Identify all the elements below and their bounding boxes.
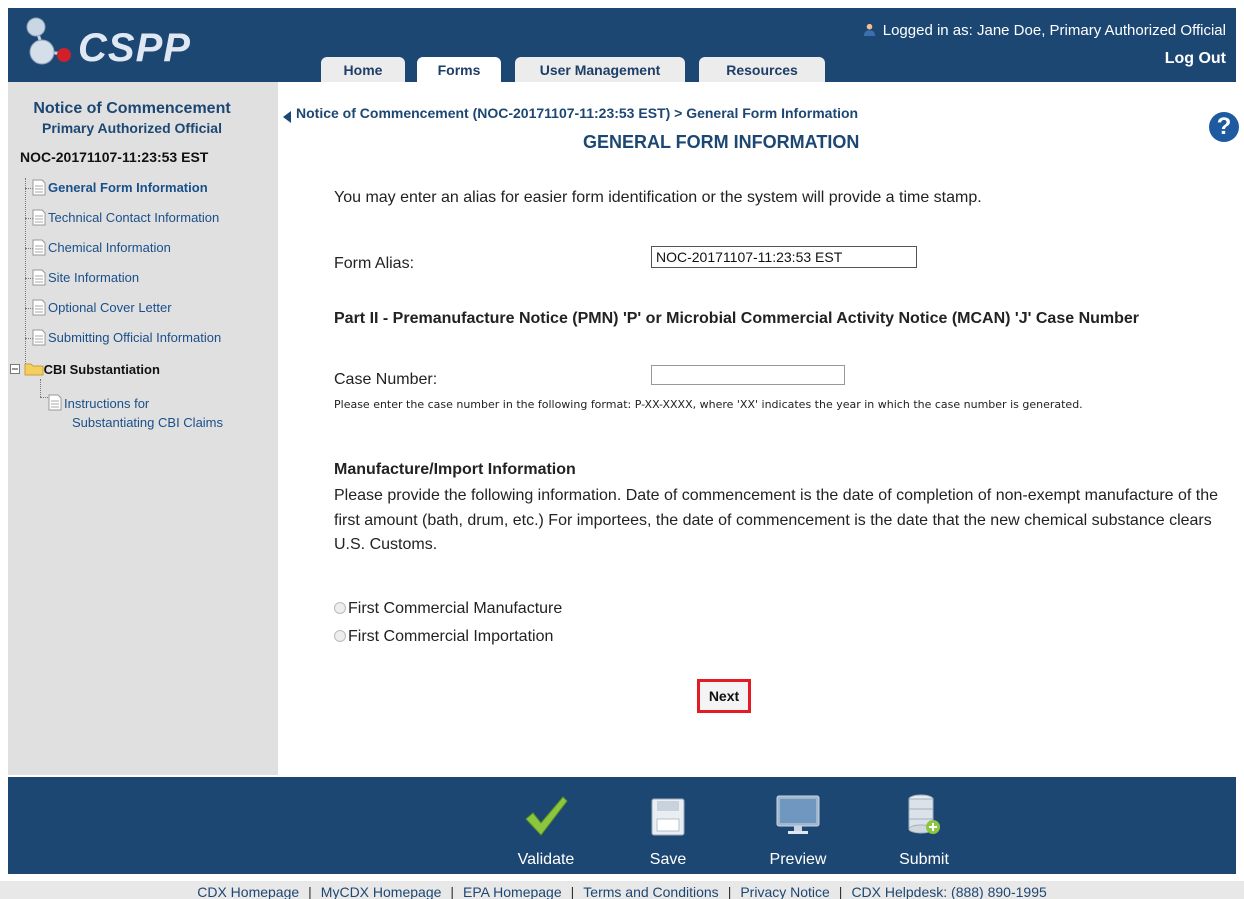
footer-links: CDX Homepage | MyCDX Homepage | EPA Homepage… bbox=[0, 881, 1244, 899]
sidebar-title: Notice of Commencement bbox=[33, 100, 231, 117]
collapse-minus-icon[interactable] bbox=[10, 364, 20, 374]
link-separator: | bbox=[838, 884, 843, 899]
form-navigation-sidebar: Notice of Commencement Primary Authorize… bbox=[8, 82, 278, 775]
save-button[interactable]: Save bbox=[628, 777, 708, 874]
sidebar-item-label-line2: Substantiating CBI Claims bbox=[72, 415, 224, 430]
sidebar-item-label: Technical Contact Information bbox=[48, 210, 220, 225]
save-label: Save bbox=[649, 851, 687, 868]
document-icon bbox=[32, 209, 46, 226]
sidebar-item-technical-contact-information[interactable]: Technical Contact Information bbox=[32, 209, 219, 227]
logo-text: CSPP bbox=[78, 26, 191, 70]
tab-user-management[interactable]: User Management bbox=[515, 57, 685, 82]
footer-link-epa-homepage[interactable]: EPA Homepage bbox=[463, 884, 562, 899]
next-button[interactable]: Next bbox=[697, 679, 751, 713]
validate-button[interactable]: Validate bbox=[502, 777, 590, 874]
folder-icon bbox=[24, 363, 44, 376]
link-separator: | bbox=[450, 884, 455, 899]
footer-link-terms[interactable]: Terms and Conditions bbox=[583, 884, 718, 899]
preview-label: Preview bbox=[769, 851, 827, 868]
link-separator: | bbox=[308, 884, 312, 899]
checkmark-icon bbox=[525, 796, 568, 836]
sidebar-item-general-form-information[interactable]: General Form Information bbox=[32, 179, 208, 197]
tree-connector bbox=[40, 379, 41, 397]
form-alias-label: Form Alias: bbox=[334, 255, 415, 272]
tree-branch bbox=[40, 397, 48, 398]
logged-in-prefix: Logged in as: bbox=[882, 22, 973, 39]
form-alias-input[interactable] bbox=[651, 246, 917, 268]
footer-link-cdx-homepage[interactable]: CDX Homepage bbox=[197, 884, 299, 899]
document-icon bbox=[48, 394, 62, 411]
app-header: CSPP Logged in as: Jane Doe, Primary Aut… bbox=[8, 8, 1236, 82]
sidebar-item-chemical-information[interactable]: Chemical Information bbox=[32, 239, 171, 257]
tab-home[interactable]: Home bbox=[321, 57, 405, 82]
preview-button[interactable]: Preview bbox=[756, 777, 840, 874]
sidebar-item-label: Site Information bbox=[48, 270, 140, 285]
logged-in-status: Logged in as: Jane Doe, Primary Authoriz… bbox=[863, 22, 1226, 39]
sidebar-item-label: General Form Information bbox=[48, 180, 208, 195]
link-separator: | bbox=[570, 884, 575, 899]
floppy-disk-icon bbox=[651, 798, 685, 836]
sidebar-item-optional-cover-letter[interactable]: Optional Cover Letter bbox=[32, 299, 172, 317]
user-icon bbox=[863, 23, 875, 36]
document-icon bbox=[32, 299, 46, 316]
sidebar-subtitle: Primary Authorized Official bbox=[42, 120, 222, 136]
sidebar-item-submitting-official-information[interactable]: Submitting Official Information bbox=[32, 329, 221, 347]
sidebar-form-id: NOC-20171107-11:23:53 EST bbox=[20, 149, 209, 165]
logout-link[interactable]: Log Out bbox=[1165, 50, 1226, 68]
sidebar-item-label: Submitting Official Information bbox=[48, 330, 222, 345]
submit-button[interactable]: Submit bbox=[884, 777, 964, 874]
footer-link-helpdesk[interactable]: CDX Helpdesk: (888) 890-1995 bbox=[851, 884, 1046, 899]
breadcrumb[interactable]: Notice of Commencement (NOC-20171107-11:… bbox=[296, 105, 858, 121]
sidebar-folder-cbi-substantiation[interactable]: CBI Substantiation bbox=[10, 361, 160, 379]
sidebar-item-label: Optional Cover Letter bbox=[48, 300, 172, 315]
sidebar-folder-label: CBI Substantiation bbox=[43, 362, 160, 377]
tab-resources[interactable]: Resources bbox=[699, 57, 825, 82]
validate-label: Validate bbox=[517, 851, 575, 868]
footer-link-privacy[interactable]: Privacy Notice bbox=[740, 884, 829, 899]
cspp-logo[interactable]: CSPP bbox=[20, 14, 210, 74]
sidebar-item-instructions-cbi[interactable]: Instructions for Substantiating CBI Clai… bbox=[48, 394, 224, 432]
tab-forms[interactable]: Forms bbox=[417, 57, 501, 82]
radio-option-manufacture[interactable]: First Commercial Manufacture bbox=[334, 600, 562, 618]
radio-label: First Commercial Importation bbox=[348, 628, 554, 645]
monitor-icon bbox=[776, 795, 820, 834]
action-bar: Validate Save Preview Submit bbox=[8, 777, 1236, 874]
sidebar-item-label: Chemical Information bbox=[48, 240, 171, 255]
document-icon bbox=[32, 269, 46, 286]
case-number-label: Case Number: bbox=[334, 371, 438, 388]
part2-heading: Part II - Premanufacture Notice (PMN) 'P… bbox=[334, 310, 1140, 327]
link-separator: | bbox=[727, 884, 732, 899]
case-number-input[interactable] bbox=[651, 365, 845, 385]
document-icon bbox=[32, 179, 46, 196]
logged-in-user: Jane Doe, Primary Authorized Official bbox=[976, 22, 1226, 39]
molecule-icon bbox=[26, 17, 71, 65]
document-icon bbox=[32, 329, 46, 346]
manufacture-import-description: Please provide the following information… bbox=[334, 487, 1219, 553]
tree-connector bbox=[25, 178, 26, 368]
radio-option-importation[interactable]: First Commercial Importation bbox=[334, 628, 553, 646]
intro-text: You may enter an alias for easier form i… bbox=[334, 189, 982, 206]
submit-label: Submit bbox=[899, 851, 949, 868]
database-add-icon bbox=[908, 794, 940, 834]
radio-button[interactable] bbox=[334, 630, 346, 642]
help-icon[interactable]: ? bbox=[1209, 112, 1239, 142]
collapse-sidebar-arrow[interactable] bbox=[283, 111, 291, 123]
sidebar-item-label-line1: Instructions for bbox=[64, 396, 150, 411]
document-icon bbox=[32, 239, 46, 256]
footer-link-mycdx-homepage[interactable]: MyCDX Homepage bbox=[321, 884, 442, 899]
sidebar-item-site-information[interactable]: Site Information bbox=[32, 269, 139, 287]
radio-label: First Commercial Manufacture bbox=[348, 600, 563, 617]
radio-button[interactable] bbox=[334, 602, 346, 614]
page-title: GENERAL FORM INFORMATION bbox=[583, 132, 860, 152]
manufacture-import-heading: Manufacture/Import Information bbox=[334, 461, 576, 478]
case-number-hint: Please enter the case number in the foll… bbox=[334, 398, 1083, 411]
